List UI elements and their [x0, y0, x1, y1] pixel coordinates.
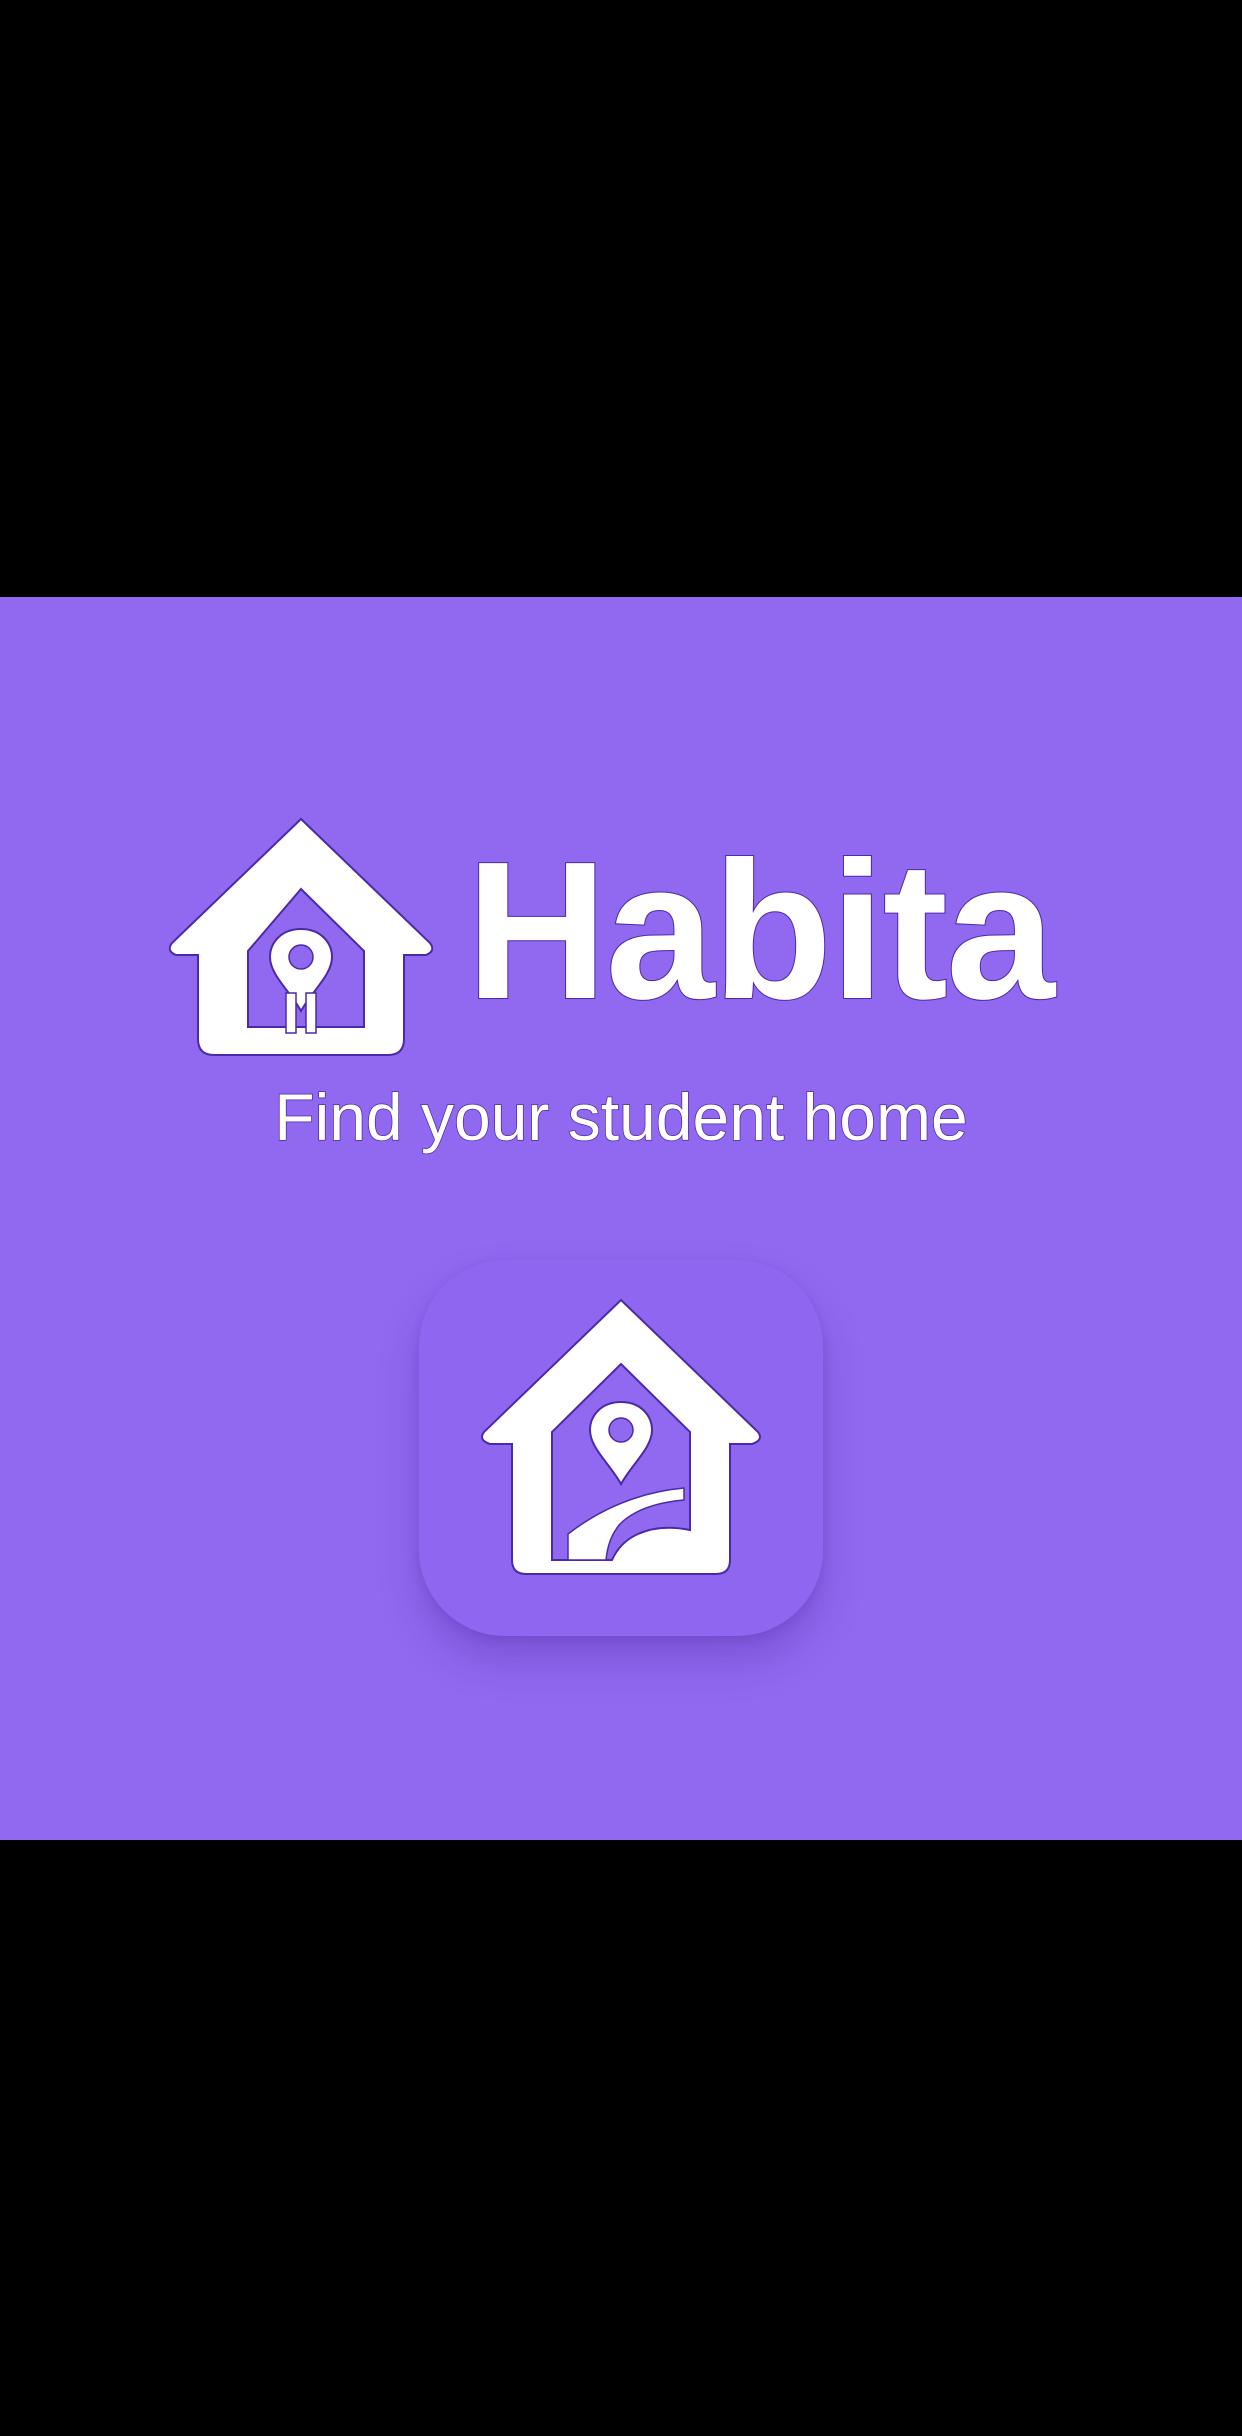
house-location-pin-icon: [168, 817, 434, 1056]
brand-wordmark: Habita: [465, 821, 1056, 1040]
letterbox-bottom: [0, 1840, 1242, 2436]
brand-artboard: Habita Find your student home: [0, 597, 1242, 1840]
letterbox-top: [0, 0, 1242, 597]
logo-lockup: Habita: [168, 815, 1068, 1059]
splash-screen: Habita Find your student home: [0, 0, 1242, 2436]
brand-tagline: Find your student home: [274, 1079, 969, 1155]
house-location-pin-path-icon: [481, 1298, 761, 1575]
app-icon-tile: [419, 1260, 823, 1636]
